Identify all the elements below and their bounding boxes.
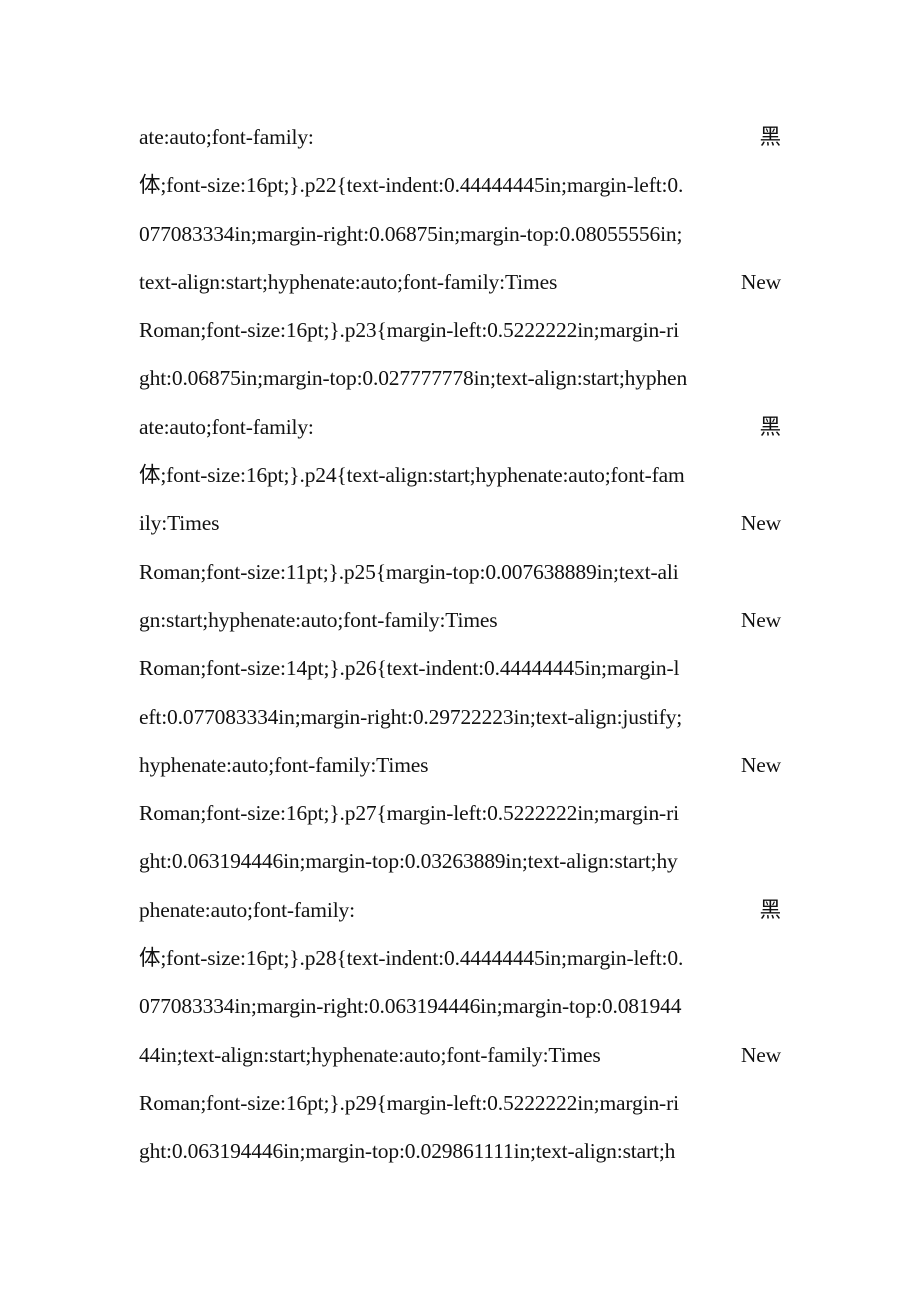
text-line: 44in;text-align:start;hyphenate:auto;fon… [139, 1036, 781, 1084]
text-line: 077083334in;margin-right:0.063194446in;m… [139, 987, 781, 1035]
line-text: ght:0.063194446in;margin-top:0.03263889i… [139, 849, 678, 874]
line-text: ate:auto;font-family: [139, 125, 314, 149]
line-text: 077083334in;margin-right:0.06875in;margi… [139, 221, 683, 246]
line-text: Roman;font-size:11pt;}.p25{margin-top:0.… [139, 559, 679, 584]
line-text-right: 黑 [759, 125, 782, 149]
text-line: 077083334in;margin-right:0.06875in;margi… [139, 215, 781, 263]
line-text: phenate:auto;font-family: [139, 897, 355, 922]
text-line: ate:auto;font-family: 黑 [139, 408, 781, 456]
text-line: hyphenate:auto;font-family:Times New [139, 746, 781, 794]
line-text: gn:start;hyphenate:auto;font-family:Time… [139, 607, 498, 632]
text-line: 体;font-size:16pt;}.p24{text-align:start;… [139, 456, 781, 504]
text-line: 体;font-size:16pt;}.p22{text-indent:0.444… [139, 166, 781, 214]
text-line: Roman;font-size:16pt;}.p27{margin-left:0… [139, 794, 781, 842]
line-text: 体;font-size:16pt;}.p22{text-indent:0.444… [139, 173, 684, 198]
line-text-right: New [740, 607, 781, 632]
text-line: Roman;font-size:16pt;}.p29{margin-left:0… [139, 1084, 781, 1132]
line-text: 077083334in;margin-right:0.063194446in;m… [139, 994, 682, 1019]
text-line: eft:0.077083334in;margin-right:0.2972222… [139, 698, 781, 746]
text-line: ght:0.063194446in;margin-top:0.029861111… [139, 1132, 781, 1180]
document-page: ate:auto;font-family: 黑 体;font-size:16pt;… [139, 118, 781, 1181]
text-line: ily:Times New [139, 504, 781, 552]
text-line: ght:0.06875in;margin-top:0.027777778in;t… [139, 359, 781, 407]
line-text: Roman;font-size:14pt;}.p26{text-indent:0… [139, 656, 680, 681]
text-line: Roman;font-size:14pt;}.p26{text-indent:0… [139, 649, 781, 697]
text-line: 体;font-size:16pt;}.p28{text-indent:0.444… [139, 939, 781, 987]
line-text: Roman;font-size:16pt;}.p29{margin-left:0… [139, 1090, 679, 1115]
text-line: text-align:start;hyphenate:auto;font-fam… [139, 263, 781, 311]
text-line: Roman;font-size:16pt;}.p23{margin-left:0… [139, 311, 781, 359]
line-text-right: 黑 [759, 414, 782, 439]
text-line: ate:auto;font-family: 黑 [139, 118, 781, 166]
line-text-right: 黑 [759, 897, 782, 922]
line-text: hyphenate:auto;font-family:Times [139, 752, 429, 777]
line-text: ght:0.063194446in;margin-top:0.029861111… [139, 1139, 676, 1164]
line-text-right: New [740, 1042, 781, 1067]
line-text: Roman;font-size:16pt;}.p23{margin-left:0… [139, 318, 679, 343]
line-text-right: New [740, 269, 781, 294]
line-text: ght:0.06875in;margin-top:0.027777778in;t… [139, 366, 688, 391]
line-text-right: New [740, 511, 781, 536]
text-line: ght:0.063194446in;margin-top:0.03263889i… [139, 842, 781, 890]
line-text-right: New [740, 752, 781, 777]
text-line: phenate:auto;font-family: 黑 [139, 891, 781, 939]
line-text: Roman;font-size:16pt;}.p27{margin-left:0… [139, 801, 679, 826]
line-text: eft:0.077083334in;margin-right:0.2972222… [139, 704, 683, 729]
line-text: 44in;text-align:start;hyphenate:auto;fon… [139, 1042, 601, 1067]
line-text: 体;font-size:16pt;}.p24{text-align:start;… [139, 463, 685, 488]
line-text: 体;font-size:16pt;}.p28{text-indent:0.444… [139, 946, 684, 971]
line-text: ate:auto;font-family: [139, 414, 314, 439]
line-text: ily:Times [139, 511, 220, 536]
text-line: gn:start;hyphenate:auto;font-family:Time… [139, 601, 781, 649]
text-line: Roman;font-size:11pt;}.p25{margin-top:0.… [139, 553, 781, 601]
line-text: text-align:start;hyphenate:auto;font-fam… [139, 269, 558, 294]
